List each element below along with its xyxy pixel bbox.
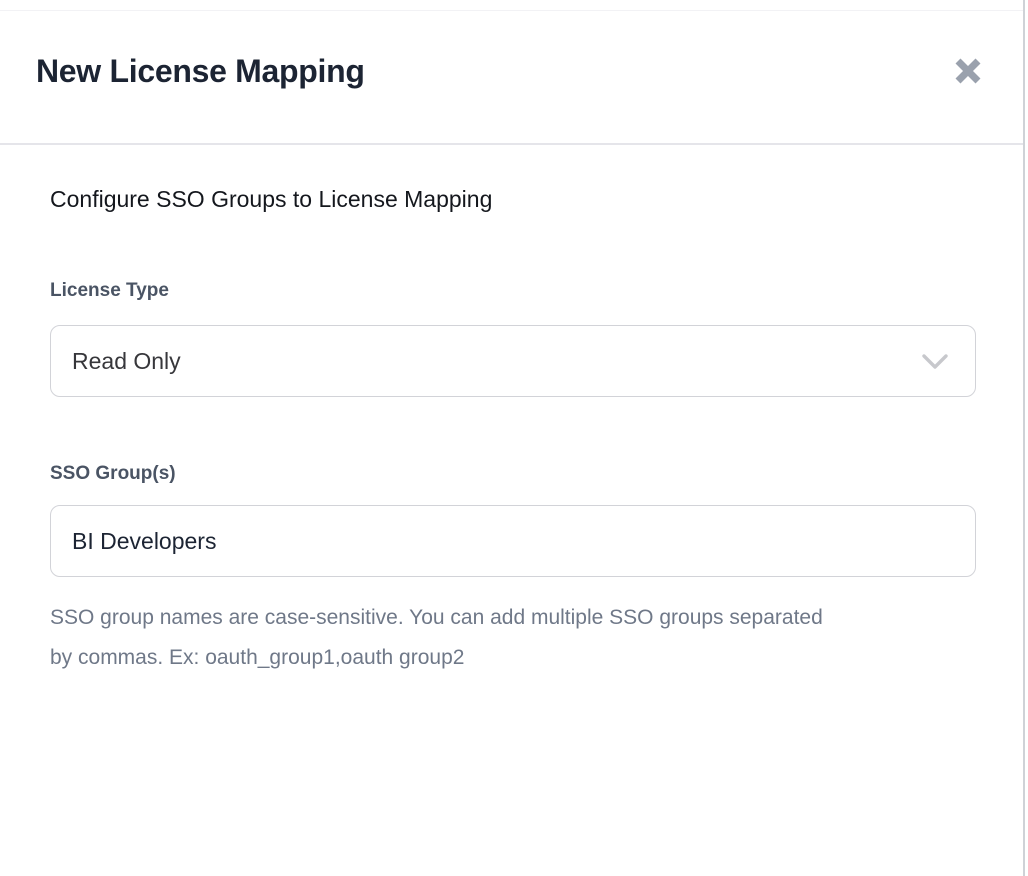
license-type-label: License Type bbox=[50, 278, 169, 304]
sso-groups-input[interactable] bbox=[50, 505, 976, 577]
new-license-mapping-modal: New License Mapping Configure SSO Groups… bbox=[0, 11, 1023, 876]
sso-groups-help-text: SSO group names are case-sensitive. You … bbox=[50, 598, 842, 678]
license-type-selected-value: Read Only bbox=[72, 348, 181, 375]
modal-subtitle: Configure SSO Groups to License Mapping bbox=[50, 181, 492, 217]
close-button[interactable] bbox=[946, 49, 990, 93]
sso-groups-label: SSO Group(s) bbox=[50, 461, 176, 487]
license-type-select[interactable]: Read Only bbox=[50, 325, 976, 397]
page: New License Mapping Configure SSO Groups… bbox=[0, 0, 1028, 876]
header-divider bbox=[0, 143, 1023, 145]
modal-title: New License Mapping bbox=[36, 47, 365, 95]
chevron-down-icon bbox=[921, 353, 949, 370]
page-right-edge-line bbox=[1023, 0, 1025, 876]
x-icon bbox=[952, 55, 984, 87]
